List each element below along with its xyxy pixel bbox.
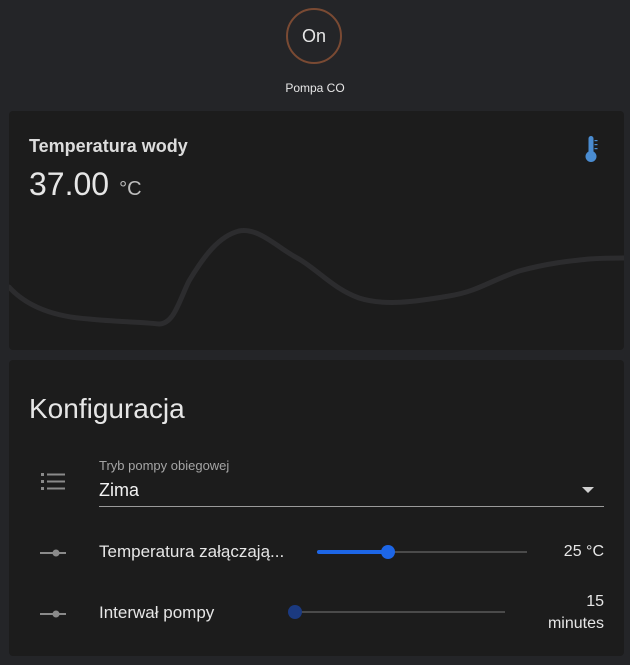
- pump-interval-slider[interactable]: [288, 602, 505, 622]
- mode-select-label: Tryb pompy obiegowej: [99, 458, 230, 473]
- temperature-value: 37.00: [29, 166, 110, 202]
- temperature-history-sparkline: [9, 228, 624, 327]
- slider-fill: [317, 550, 388, 554]
- slider-thumb[interactable]: [381, 545, 395, 559]
- mode-select-underline: [99, 506, 604, 507]
- configuration-title: Konfiguracja: [29, 393, 185, 424]
- pump-interval-unit: minutes: [547, 615, 604, 632]
- pump-interval-number: 15: [586, 593, 604, 610]
- chevron-down-icon[interactable]: [582, 487, 594, 493]
- temperature-unit: °C: [119, 178, 142, 200]
- slider-thumb[interactable]: [288, 605, 302, 619]
- slider-icon: [40, 610, 66, 618]
- switch-on-temperature-slider[interactable]: [317, 542, 527, 562]
- water-temperature-card[interactable]: Temperatura wody 37.00 °C: [9, 111, 624, 350]
- pump-toggle-label: On: [301, 25, 326, 46]
- temperature-reading: 37.00 °C: [29, 166, 142, 203]
- slider-track[interactable]: [295, 611, 505, 613]
- mode-select-value[interactable]: Zima: [99, 480, 139, 501]
- configuration-card: Konfiguracja Tryb pompy obiegowej Zima T…: [9, 360, 624, 656]
- header-area: On Pompa CO: [0, 0, 630, 108]
- switch-on-temperature-value: 25 °C: [563, 543, 604, 560]
- pump-name-label: Pompa CO: [285, 81, 345, 95]
- pump-interval-label: Interwał pompy: [99, 603, 215, 622]
- thermometer-icon: [585, 136, 598, 162]
- pump-interval-value: 15 minutes: [548, 591, 604, 635]
- temperature-history-line: [9, 228, 624, 327]
- pump-toggle-button[interactable]: On: [286, 8, 342, 64]
- switch-on-temperature-label: Temperatura załączają...: [99, 542, 285, 561]
- list-icon: [41, 473, 65, 490]
- slider-icon: [40, 549, 66, 557]
- temperature-card-title: Temperatura wody: [29, 136, 188, 156]
